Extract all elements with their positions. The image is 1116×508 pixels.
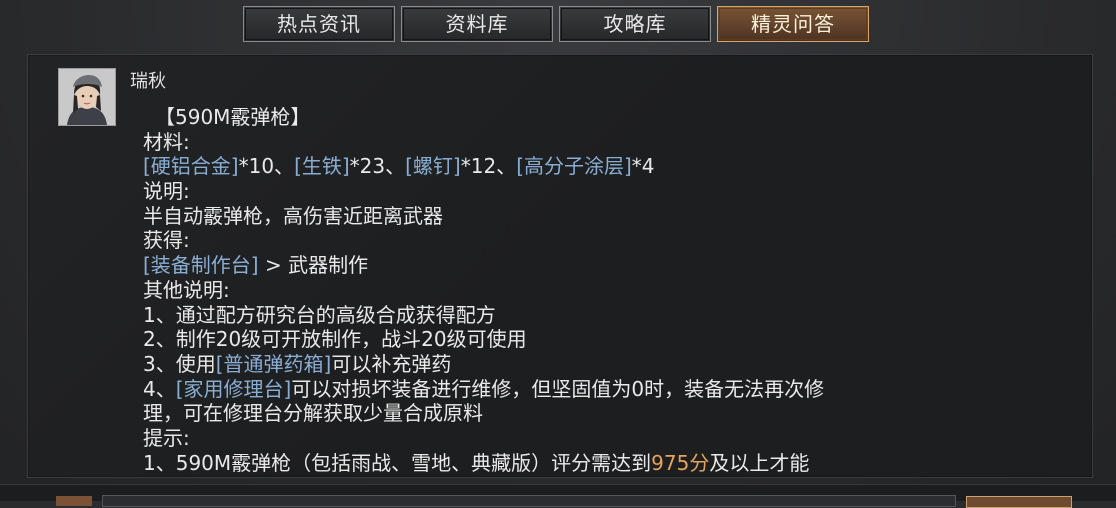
other-label: 其他说明: [143,277,230,302]
send-button[interactable] [966,496,1072,508]
avatar[interactable] [58,68,116,126]
tab-hot-news[interactable]: 热点资讯 [243,6,395,42]
obtain-label: 获得: [143,228,190,253]
chat-panel[interactable]: 瑞秋 【590M霰弹枪】 材料: [硬铝合金]*10、[生铁]*23、[螺钉]*… [27,54,1093,478]
other-line-3: 3、使用[普通弹药箱]可以补充弹药 [143,352,1023,377]
material-qty: *10、 [238,154,295,179]
other-line-4: 4、[家用修理台]可以对损坏装备进行维修，但坚固值为0时，装备无法再次修 [143,377,1023,402]
sender-name: 瑞秋 [130,71,166,92]
other-3-pre: 3、使用 [143,351,216,376]
desc-label: 说明: [143,179,190,204]
avatar-portrait-icon [59,69,115,125]
other-line-2: 2、制作20级可开放制作，战斗20级可使用 [143,327,527,352]
other-line-1: 1、通过配方研究台的高级合成获得配方 [143,302,496,327]
tip-label: 提示: [143,425,190,450]
chat-input[interactable] [102,495,956,507]
tip-1-pre: 1、590M霰弹枪（包括雨战、雪地、典藏版）评分需达到 [143,450,652,475]
emoji-button[interactable] [56,496,92,506]
obtain-link[interactable]: [装备制作台] [143,253,259,277]
material-qty: *23、 [349,154,406,179]
tab-bar: 热点资讯 资料库 攻略库 精灵问答 [243,6,869,42]
material-link[interactable]: [硬铝合金] [143,154,239,178]
tab-guides[interactable]: 攻略库 [559,6,711,42]
material-link[interactable]: [高分子涂层] [516,154,632,178]
other-line-4-cont: 理，可在修理台分解获取少量合成原料 [143,401,483,426]
score-highlight: 975分 [651,450,710,475]
obtain-rest: > 武器制作 [258,253,369,278]
material-link[interactable]: [螺钉] [405,154,461,178]
tab-spirit-qa[interactable]: 精灵问答 [717,6,869,42]
repair-bench-link[interactable]: [家用修理台] [176,377,292,401]
material-qty: *4 [631,154,655,179]
item-title: 【590M霰弹枪】 [155,105,311,129]
other-4-pre: 4、 [143,376,176,401]
materials-label: 材料: [143,129,190,154]
desc-text: 半自动霰弹枪，高伤害近距离武器 [143,203,443,228]
obtain-line: [装备制作台] > 武器制作 [143,253,1023,278]
other-3-post: 可以补充弹药 [331,351,452,376]
tip-line-1: 1、590M霰弹枪（包括雨战、雪地、典藏版）评分需达到975分及以上才能 [143,451,1023,476]
material-qty: *12、 [460,154,517,179]
message-body: 【590M霰弹枪】 材料: [硬铝合金]*10、[生铁]*23、[螺钉]*12、… [143,105,1023,475]
other-4-post: 可以对损坏装备进行维修，但坚固值为0时，装备无法再次修 [291,376,825,401]
tip-1-post: 及以上才能 [709,450,810,475]
ammo-box-link[interactable]: [普通弹药箱] [216,352,332,376]
materials-list: [硬铝合金]*10、[生铁]*23、[螺钉]*12、[高分子涂层]*4 [143,154,1023,179]
tab-database[interactable]: 资料库 [401,6,553,42]
material-link[interactable]: [生铁] [294,154,350,178]
